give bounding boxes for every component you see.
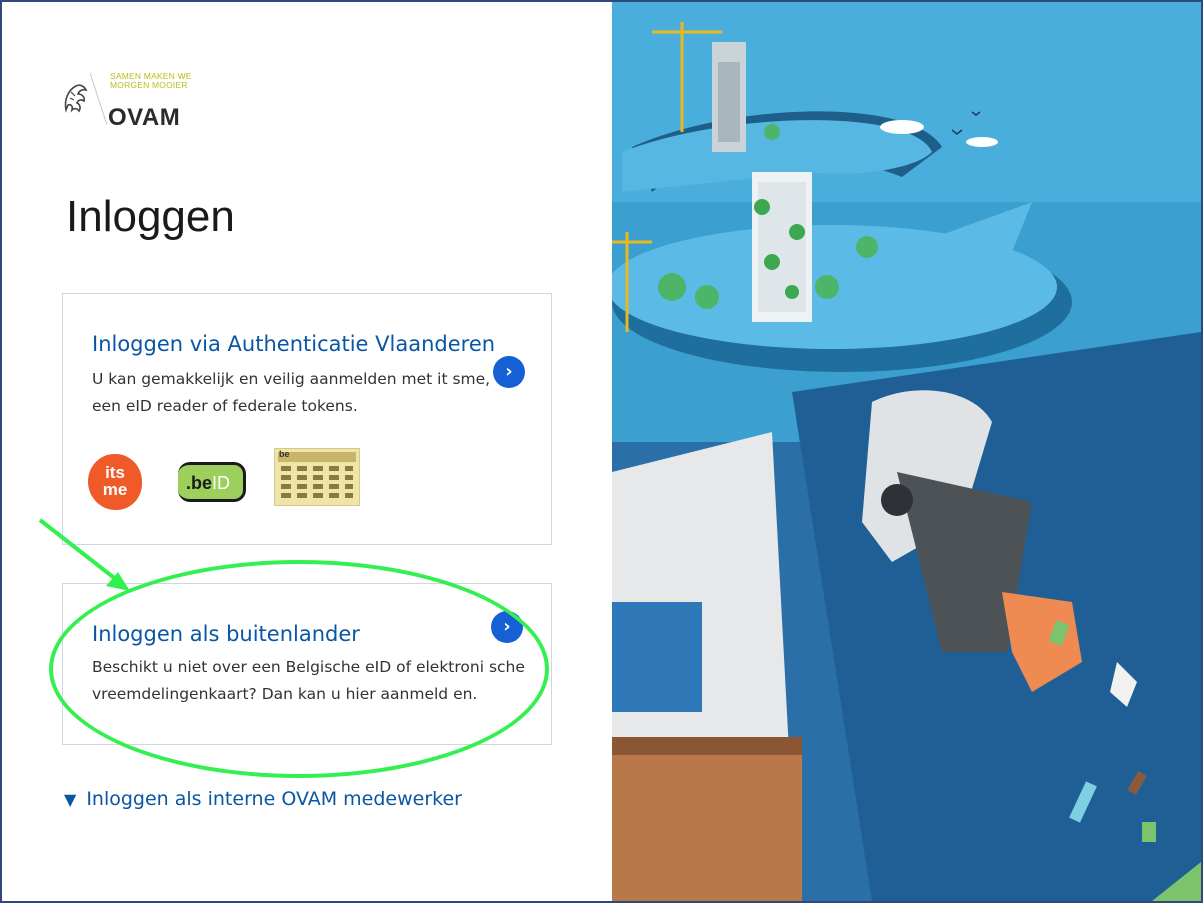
logo-slogan: SAMEN MAKEN WE MORGEN MOOIER bbox=[110, 71, 192, 90]
itsme-logo: its me bbox=[88, 454, 142, 510]
annotation-ellipse bbox=[49, 560, 549, 778]
internal-employee-login-label: Inloggen als interne OVAM medewerker bbox=[86, 788, 462, 810]
caret-down-icon: ▼ bbox=[64, 790, 77, 809]
page-title: Inloggen bbox=[66, 192, 235, 241]
auth-vlaanderen-arrow-icon[interactable]: › bbox=[493, 356, 525, 388]
internal-employee-login-link[interactable]: ▼ Inloggen als interne OVAM medewerker bbox=[64, 788, 462, 810]
login-method-badges: its me .beID be bbox=[88, 448, 408, 514]
beid-logo: .beID bbox=[178, 462, 246, 502]
logo-name: OVAM bbox=[108, 104, 181, 131]
flemish-lion-icon bbox=[64, 84, 88, 113]
login-panel: SAMEN MAKEN WE MORGEN MOOIER OVAM Inlogg… bbox=[2, 2, 612, 901]
circular-economy-illustration bbox=[612, 2, 1201, 901]
ovam-logo[interactable]: SAMEN MAKEN WE MORGEN MOOIER OVAM bbox=[62, 70, 202, 134]
auth-vlaanderen-description: U kan gemakkelijk en veilig aanmelden me… bbox=[92, 370, 491, 415]
auth-vlaanderen-card[interactable]: Inloggen via Authenticatie Vlaanderen › … bbox=[62, 293, 552, 545]
federal-token-card-icon: be bbox=[274, 448, 360, 506]
auth-vlaanderen-title[interactable]: Inloggen via Authenticatie Vlaanderen bbox=[92, 332, 495, 356]
logo-divider bbox=[89, 73, 108, 125]
hero-illustration bbox=[612, 2, 1201, 901]
browser-frame: SAMEN MAKEN WE MORGEN MOOIER OVAM Inlogg… bbox=[0, 0, 1203, 903]
